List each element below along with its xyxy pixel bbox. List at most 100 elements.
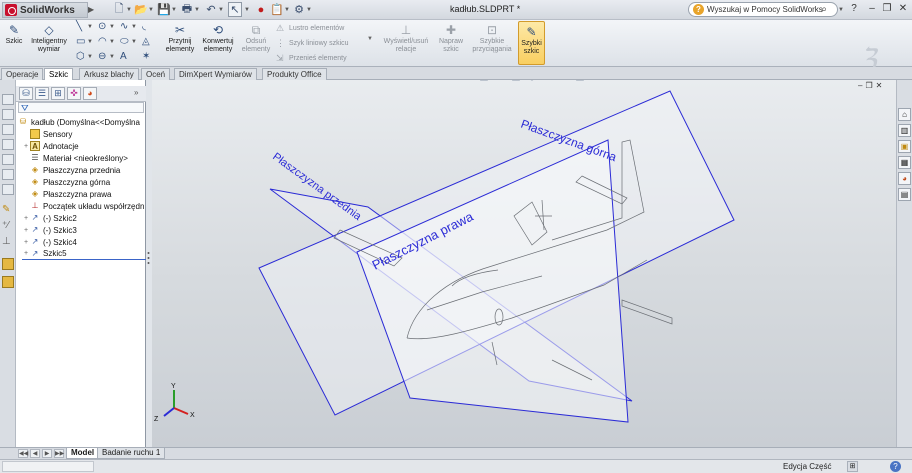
expand-toggle[interactable]: +: [22, 227, 30, 234]
point-icon[interactable]: ✶: [142, 52, 150, 62]
rectangle-icon[interactable]: ▭: [76, 37, 85, 47]
view-normal-icon[interactable]: [2, 169, 14, 180]
mirror-entities-button[interactable]: ⚠ Lustro elementów: [276, 23, 344, 33]
circle-icon[interactable]: ⊙: [98, 22, 106, 32]
tab-produkty-office[interactable]: Produkty Office: [262, 68, 327, 80]
trim-entities-button[interactable]: ✂ Przytnij elementy: [163, 23, 197, 65]
print-icon[interactable]: 🖶: [180, 2, 194, 17]
ellipse-icon[interactable]: ⬭: [120, 37, 129, 47]
tree-item-material[interactable]: ☰ Materiał <nieokreślony>: [22, 152, 128, 164]
panel-splitter-handle[interactable]: [146, 250, 151, 266]
save-icon[interactable]: 💾: [157, 2, 171, 17]
new-dropdown-arrow-icon[interactable]: ▼: [126, 5, 132, 15]
tree-item-sketch4[interactable]: + ↗ (-) Szkic4: [22, 236, 77, 248]
graphics-viewport[interactable]: Płaszczyzna górna Płaszczyzna przednia P…: [152, 80, 896, 447]
slot-icon[interactable]: ⊖: [98, 52, 106, 62]
options-gear-icon[interactable]: ⚙: [292, 2, 306, 17]
circle-dropdown-arrow-icon[interactable]: ▼: [109, 22, 115, 32]
view-front-icon[interactable]: [2, 109, 14, 120]
tab-arkusz-blachy[interactable]: Arkusz blachy: [79, 68, 139, 80]
help-options-question-icon[interactable]: ?: [848, 3, 860, 15]
tree-item-sketch2[interactable]: + ↗ (-) Szkic2: [22, 212, 77, 224]
new-document-icon[interactable]: 🗋: [112, 2, 126, 17]
search-icon[interactable]: ⌕: [821, 4, 827, 15]
minimize-icon[interactable]: –: [866, 3, 878, 15]
custom-properties-icon[interactable]: ▤: [898, 188, 911, 201]
arc-dropdown-arrow-icon[interactable]: ▼: [109, 37, 115, 47]
undo-dropdown-arrow-icon[interactable]: ▼: [218, 5, 224, 15]
restore-icon[interactable]: ❐: [881, 3, 893, 15]
move-entities-button[interactable]: ⇲ Przenieś elementy: [276, 53, 347, 63]
view-orientation-icon[interactable]: [2, 94, 14, 105]
menu-flyout-arrow-icon[interactable]: ▶: [88, 3, 96, 17]
ellipse-dropdown-arrow-icon[interactable]: ▼: [131, 37, 137, 47]
rectangle-dropdown-arrow-icon[interactable]: ▼: [87, 37, 93, 47]
layer-properties-icon[interactable]: [2, 276, 14, 288]
next-tab-arrow-icon[interactable]: ▶: [42, 449, 52, 458]
property-manager-tab-icon[interactable]: ☰: [35, 87, 49, 100]
tree-item-sensors[interactable]: Sensory: [22, 128, 72, 140]
tree-item-right-plane[interactable]: ◈ Płaszczyzna prawa: [22, 188, 112, 200]
spline-dropdown-arrow-icon[interactable]: ▼: [131, 22, 137, 32]
quick-snaps-button[interactable]: ⊡ Szybkie przyciągania: [470, 23, 514, 65]
offset-entities-button[interactable]: ⧉ Odsuń elementy: [240, 23, 272, 65]
status-toggle-icon[interactable]: ⊞: [847, 461, 858, 472]
last-tab-arrow-icon[interactable]: ▶▶: [54, 449, 64, 458]
feature-manager-tab-icon[interactable]: ⛁: [19, 87, 33, 100]
save-dropdown-arrow-icon[interactable]: ▼: [171, 5, 177, 15]
tree-item-annotations[interactable]: + A Adnotacje: [22, 140, 79, 152]
plane-icon[interactable]: ◬: [142, 37, 150, 47]
file-properties-icon[interactable]: 📋: [270, 2, 284, 17]
expand-toggle[interactable]: +: [22, 250, 30, 257]
tab-dimxpert[interactable]: DimXpert Wymiarów: [174, 68, 257, 80]
repair-sketch-button[interactable]: ✚ Napraw szkic: [437, 23, 465, 65]
configuration-manager-tab-icon[interactable]: ⊞: [51, 87, 65, 100]
spline-icon[interactable]: ∿: [120, 22, 128, 32]
zoom-to-fit-icon[interactable]: ⌕: [434, 80, 446, 83]
sketch-fillet-icon[interactable]: ◟: [142, 22, 146, 32]
first-tab-arrow-icon[interactable]: ◀◀: [18, 449, 28, 458]
sketch-toolbar-pencil-icon[interactable]: ✎: [2, 204, 14, 216]
solidworks-logo-button[interactable]: SolidWorks: [2, 2, 88, 18]
tree-item-origin[interactable]: ⊥ Początek układu współrzędn: [22, 200, 145, 212]
polygon-dropdown-arrow-icon[interactable]: ▼: [87, 52, 93, 62]
smart-dimension-button[interactable]: ◇ Inteligentny wymiar: [27, 23, 71, 65]
apply-scene-icon[interactable]: ◒: [558, 80, 570, 83]
help-search-box[interactable]: ? Wyszukaj w Pomocy SolidWorks ⌕: [688, 2, 838, 17]
design-library-icon[interactable]: ▥: [898, 124, 911, 137]
appearances-scenes-icon[interactable]: ◕: [898, 172, 911, 185]
slot-dropdown-arrow-icon[interactable]: ▼: [109, 52, 115, 62]
previous-view-icon[interactable]: ↶: [462, 80, 474, 83]
tab-motion-study[interactable]: Badanie ruchu 1: [97, 448, 166, 459]
view-iso-icon[interactable]: [2, 154, 14, 165]
tab-model[interactable]: Model: [66, 448, 100, 459]
view-right-icon[interactable]: [2, 139, 14, 150]
properties-dropdown-arrow-icon[interactable]: ▼: [284, 5, 290, 15]
solidworks-resources-icon[interactable]: ⌂: [898, 108, 911, 121]
open-document-icon[interactable]: 📂: [134, 2, 148, 17]
view-settings-icon[interactable]: ▤: [574, 80, 586, 83]
tab-operacje[interactable]: Operacje: [1, 68, 44, 80]
expand-toggle[interactable]: +: [22, 143, 30, 150]
select-pointer-icon[interactable]: ↖: [228, 2, 242, 17]
file-explorer-icon[interactable]: ▣: [898, 140, 911, 153]
line-dropdown-arrow-icon[interactable]: ▼: [87, 22, 93, 32]
prev-tab-arrow-icon[interactable]: ◀: [30, 449, 40, 458]
undo-icon[interactable]: ↶: [204, 2, 218, 17]
close-icon[interactable]: ✕: [897, 3, 909, 15]
tree-item-sketch3[interactable]: + ↗ (-) Szkic3: [22, 224, 77, 236]
options-dropdown-arrow-icon[interactable]: ▼: [306, 5, 312, 15]
tree-item-front-plane[interactable]: ◈ Płaszczyzna przednia: [22, 164, 120, 176]
view-palette-icon[interactable]: ▦: [898, 156, 911, 169]
line-icon[interactable]: ╲: [76, 22, 82, 32]
hide-show-items-icon[interactable]: ◎: [526, 80, 538, 83]
tree-item-sketch5[interactable]: + ↗ Szkic5: [22, 248, 146, 260]
rapid-sketch-button[interactable]: ✎ Szybki szkic: [518, 21, 545, 65]
dimxpert-manager-tab-icon[interactable]: ✜: [67, 87, 81, 100]
tree-filter-field[interactable]: ⛛: [18, 102, 144, 113]
display-delete-relations-button[interactable]: ⊥ Wyświetl/usuń relacje: [378, 23, 434, 65]
tab-ocen[interactable]: Oceń: [141, 68, 171, 80]
tree-root-part[interactable]: ⛁ kadłub (Domyślna<<Domyślna: [18, 116, 140, 128]
layers-icon[interactable]: [2, 258, 14, 270]
pattern-dropdown-arrow-icon[interactable]: ▼: [367, 36, 373, 44]
